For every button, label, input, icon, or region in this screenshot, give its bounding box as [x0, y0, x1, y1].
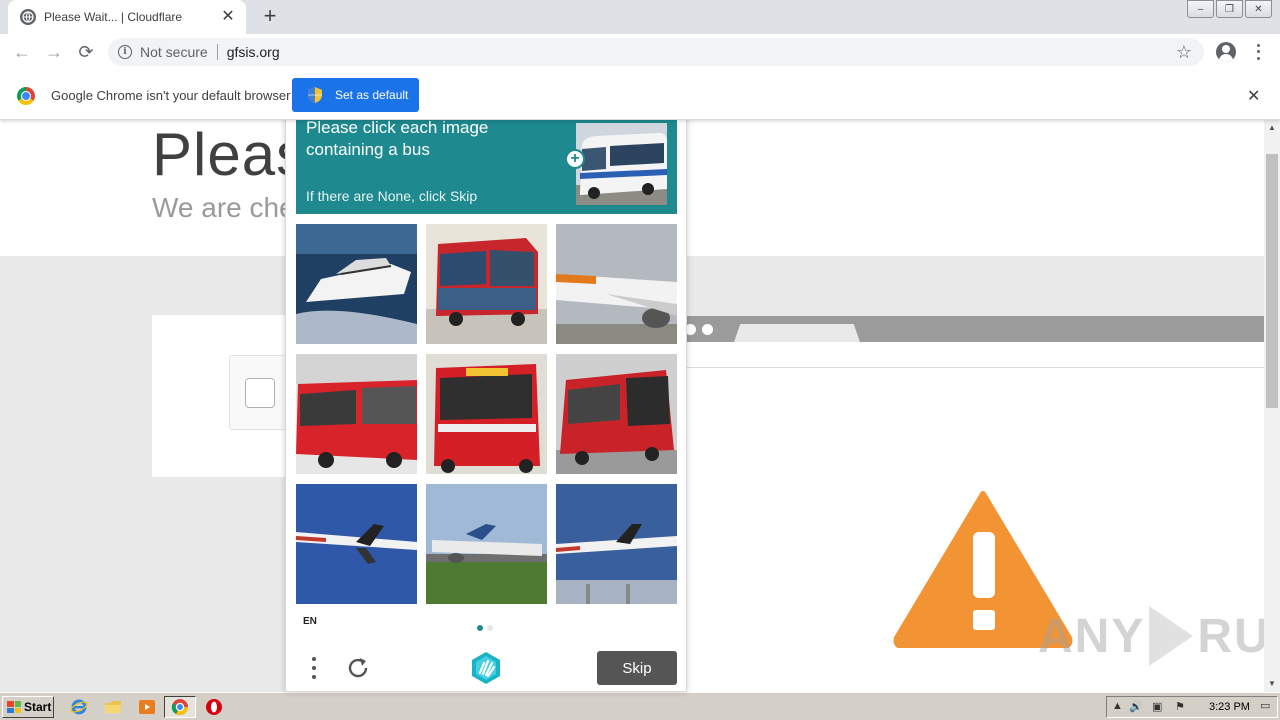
- uac-shield-icon: [308, 87, 322, 103]
- grid-image-airplane[interactable]: [426, 484, 547, 604]
- forward-icon[interactable]: →: [42, 40, 66, 64]
- example-bus-image: [576, 123, 667, 205]
- bookmark-star-icon[interactable]: ☆: [1176, 42, 1192, 63]
- show-desktop-icon[interactable]: ▭: [1260, 699, 1270, 712]
- file-explorer-icon[interactable]: [104, 698, 122, 716]
- plus-icon: +: [565, 149, 585, 169]
- captcha-checkbox[interactable]: [245, 378, 275, 408]
- grid-image-airplane[interactable]: [556, 484, 677, 604]
- reload-icon[interactable]: ⟳: [74, 40, 98, 64]
- scroll-down-icon[interactable]: ▼: [1264, 676, 1280, 692]
- browser-toolbar: ← → ⟳ i Not secure gfsis.org ☆: [0, 34, 1280, 70]
- omnibox-separator: [216, 44, 218, 60]
- more-options-icon[interactable]: [310, 655, 318, 681]
- minimize-button[interactable]: –: [1187, 0, 1214, 18]
- image-grid: [296, 224, 677, 605]
- close-window-button[interactable]: ✕: [1245, 0, 1272, 18]
- default-browser-infobar: Google Chrome isn't your default browser…: [0, 70, 1280, 120]
- page-dot-active: [477, 625, 483, 631]
- prompt-line-1: Please click each image: [306, 118, 489, 137]
- start-label: Start: [24, 700, 52, 714]
- network-icon[interactable]: ▣: [1152, 700, 1162, 713]
- tab-strip: Please Wait... | Cloudflare ✕ + – ❐ ✕: [0, 0, 1280, 34]
- grid-image-airplane[interactable]: [556, 224, 677, 344]
- system-tray: ▲ 🔊 ▣ ⚑ 3:23 PM ▭: [1106, 696, 1278, 718]
- restore-button[interactable]: ❐: [1216, 0, 1243, 18]
- chrome-taskbar-icon[interactable]: [171, 698, 189, 716]
- set-as-default-label: Set as default: [335, 88, 409, 102]
- tray-expand-icon[interactable]: ▲: [1112, 700, 1123, 712]
- challenge-prompt: Please click each image containing a bus…: [296, 111, 677, 214]
- page-scrollbar[interactable]: ▲ ▼: [1264, 120, 1280, 692]
- page-indicator: [477, 625, 497, 631]
- grid-image-bus[interactable]: [426, 354, 547, 474]
- security-status[interactable]: Not secure: [140, 44, 208, 60]
- illustration-dot: [702, 324, 713, 335]
- scrollbar-thumb[interactable]: [1266, 154, 1278, 408]
- window-controls: – ❐ ✕: [1185, 0, 1272, 18]
- page-dot: [487, 625, 493, 631]
- illustration-tab: [734, 324, 860, 342]
- skip-button[interactable]: Skip: [597, 651, 677, 685]
- scroll-up-icon[interactable]: ▲: [1264, 120, 1280, 136]
- watermark-left-text: ANY: [1038, 609, 1146, 663]
- grid-image-bus[interactable]: [296, 354, 417, 474]
- grid-image-bus[interactable]: [426, 224, 547, 344]
- language-selector[interactable]: EN: [303, 616, 317, 627]
- chrome-menu-icon[interactable]: [1250, 42, 1266, 62]
- grid-image-bus[interactable]: [556, 354, 677, 474]
- new-tab-button[interactable]: +: [258, 5, 282, 29]
- windows-taskbar: Start ▲ 🔊 ▣ ⚑ 3:23 PM ▭: [0, 692, 1280, 720]
- tab-close-icon[interactable]: ✕: [220, 9, 236, 25]
- refresh-icon[interactable]: [345, 655, 371, 681]
- grid-image-yacht[interactable]: [296, 224, 417, 344]
- illustration-separator: [686, 367, 1264, 368]
- url-text[interactable]: gfsis.org: [227, 44, 280, 60]
- page-title: Pleas: [152, 121, 308, 188]
- address-bar[interactable]: i Not secure gfsis.org ☆: [108, 38, 1204, 66]
- volume-icon[interactable]: 🔊: [1129, 700, 1143, 713]
- taskbar-clock[interactable]: 3:23 PM: [1209, 701, 1250, 713]
- hcaptcha-challenge: Please click each image containing a bus…: [285, 110, 687, 692]
- back-icon[interactable]: ←: [10, 40, 34, 64]
- prompt-text: Please click each image containing a bus: [306, 117, 546, 161]
- page-subtitle: We are che: [152, 192, 295, 223]
- anyrun-watermark: ANY RUN: [1038, 606, 1280, 666]
- info-icon[interactable]: i: [118, 45, 132, 59]
- chrome-logo-icon: [17, 87, 35, 105]
- prompt-line-2: containing a bus: [306, 140, 430, 159]
- infobar-close-icon[interactable]: ✕: [1247, 86, 1260, 106]
- set-as-default-button[interactable]: Set as default: [292, 78, 419, 112]
- windows-logo-icon: [7, 701, 21, 713]
- tab-title: Please Wait... | Cloudflare: [44, 10, 183, 24]
- infobar-message: Google Chrome isn't your default browser: [51, 88, 291, 103]
- grid-image-airplane[interactable]: [296, 484, 417, 604]
- account-icon[interactable]: [1216, 42, 1236, 62]
- media-player-icon[interactable]: [138, 698, 156, 716]
- opera-icon[interactable]: [205, 698, 223, 716]
- action-center-flag-icon[interactable]: ⚑: [1175, 700, 1185, 713]
- prompt-subtext: If there are None, click Skip: [306, 188, 478, 204]
- internet-explorer-icon[interactable]: [70, 698, 88, 716]
- browser-tab[interactable]: Please Wait... | Cloudflare ✕: [8, 0, 246, 34]
- play-icon: [1149, 606, 1194, 666]
- hcaptcha-logo-icon[interactable]: [469, 651, 503, 685]
- globe-icon: [20, 9, 36, 25]
- start-button[interactable]: Start: [2, 696, 54, 718]
